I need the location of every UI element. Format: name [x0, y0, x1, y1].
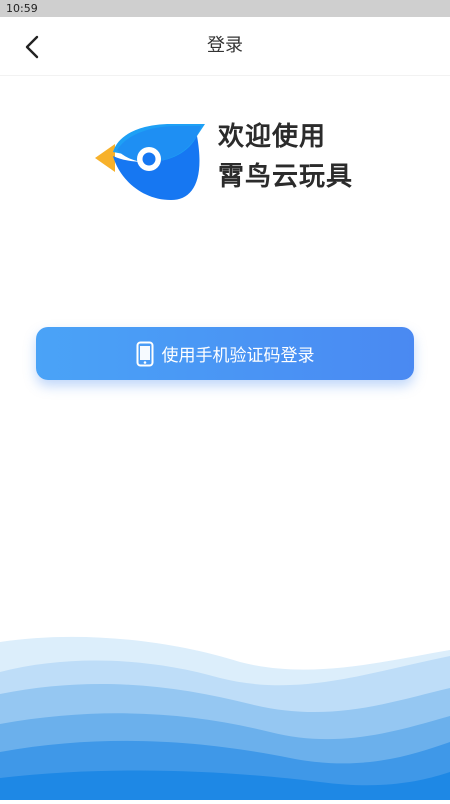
phone-login-label: 使用手机验证码登录: [161, 346, 315, 366]
status-time: 10:59: [6, 2, 38, 15]
status-bar: 10:59: [0, 0, 450, 17]
chevron-left-icon: [25, 35, 39, 59]
welcome-text: 欢迎使用 霄鸟云玩具: [218, 117, 353, 197]
phone-login-button[interactable]: 使用手机验证码登录: [36, 327, 414, 380]
wave-decoration: [0, 632, 450, 800]
phone-icon: [136, 341, 153, 366]
app-logo: [93, 118, 208, 202]
welcome-line-2: 霄鸟云玩具: [218, 162, 354, 192]
back-button[interactable]: [14, 29, 50, 65]
page-title: 登录: [207, 35, 243, 56]
nav-bar: 登录: [0, 17, 450, 76]
welcome-line-1: 欢迎使用: [218, 122, 327, 152]
